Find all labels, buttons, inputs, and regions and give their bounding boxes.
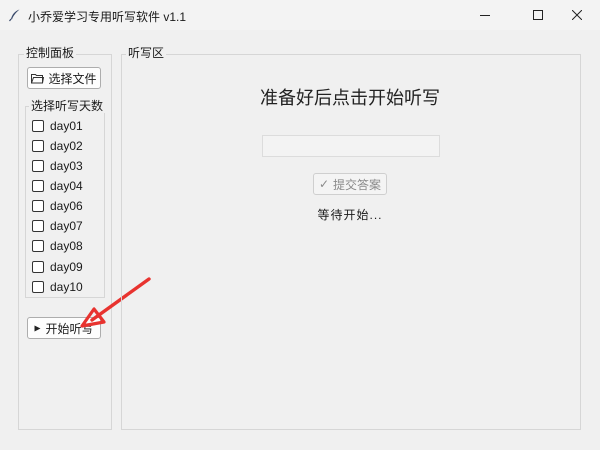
days-group-label: 选择听写天数 xyxy=(29,99,106,113)
dictation-prompt: 准备好后点击开始听写 xyxy=(260,88,440,108)
submit-answer-button[interactable]: ✓ 提交答案 xyxy=(313,173,387,195)
day-checkbox-day02[interactable]: day02 xyxy=(32,137,83,155)
checkbox-box[interactable] xyxy=(32,120,44,132)
checkbox-box[interactable] xyxy=(32,180,44,192)
day-checkbox-day06[interactable]: day06 xyxy=(32,197,83,215)
play-icon xyxy=(34,325,41,331)
answer-input[interactable] xyxy=(262,135,440,157)
select-file-button[interactable]: 选择文件 xyxy=(27,67,101,89)
checkbox-label: day09 xyxy=(50,260,83,274)
checkbox-label: day07 xyxy=(50,219,83,233)
checkbox-box[interactable] xyxy=(32,281,44,293)
checkbox-box[interactable] xyxy=(32,160,44,172)
minimize-button[interactable] xyxy=(462,0,508,30)
checkbox-box[interactable] xyxy=(32,140,44,152)
checkbox-box[interactable] xyxy=(32,200,44,212)
checkbox-label: day08 xyxy=(50,239,83,253)
checkbox-label: day02 xyxy=(50,139,83,153)
checkbox-label: day03 xyxy=(50,159,83,173)
day-checkbox-day09[interactable]: day09 xyxy=(32,258,83,276)
folder-icon xyxy=(31,73,45,83)
day-checkbox-day01[interactable]: day01 xyxy=(32,117,83,135)
window-title: 小乔爱学习专用听写软件 v1.1 xyxy=(28,10,187,24)
checkbox-box[interactable] xyxy=(32,240,44,252)
control-panel-label: 控制面板 xyxy=(24,46,77,60)
close-icon xyxy=(572,10,582,20)
maximize-icon xyxy=(533,10,543,20)
day-checkbox-day03[interactable]: day03 xyxy=(32,157,83,175)
day-checkbox-day10[interactable]: day10 xyxy=(32,278,83,296)
checkmark-icon: ✓ xyxy=(318,177,330,191)
checkbox-box[interactable] xyxy=(32,220,44,232)
day-checkbox-day07[interactable]: day07 xyxy=(32,217,83,235)
checkbox-label: day04 xyxy=(50,179,83,193)
close-button[interactable] xyxy=(554,0,600,30)
checkbox-label: day01 xyxy=(50,119,83,133)
dictation-area-group xyxy=(121,54,581,430)
day-checkbox-day08[interactable]: day08 xyxy=(32,237,83,255)
status-text: 等待开始... xyxy=(317,208,383,222)
title-bar[interactable]: 小乔爱学习专用听写软件 v1.1 xyxy=(0,0,600,30)
feather-icon xyxy=(9,9,20,22)
day-checkbox-day04[interactable]: day04 xyxy=(32,177,83,195)
select-file-label: 选择文件 xyxy=(48,71,97,86)
checkbox-label: day06 xyxy=(50,199,83,213)
minimize-icon xyxy=(480,15,490,16)
submit-answer-label: 提交答案 xyxy=(333,177,382,192)
dictation-area-label: 听写区 xyxy=(126,46,167,60)
checkbox-box[interactable] xyxy=(32,261,44,273)
